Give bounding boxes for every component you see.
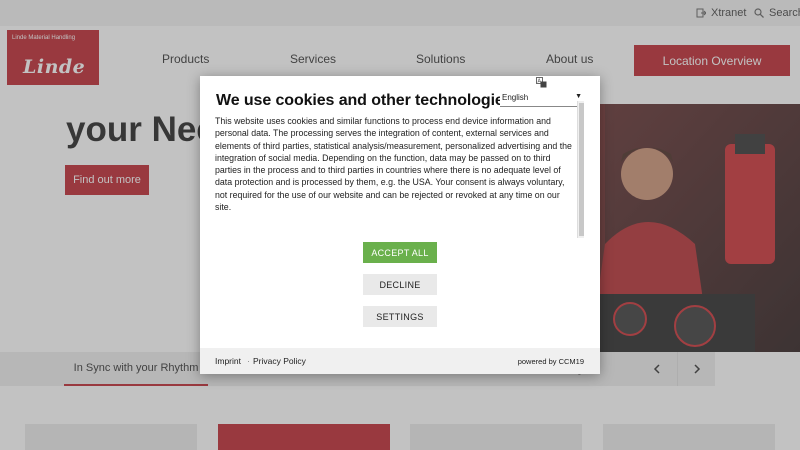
scrollbar-thumb[interactable] <box>579 103 584 236</box>
cookie-description: This website uses cookies and similar fu… <box>215 116 572 213</box>
svg-text:A: A <box>538 79 542 85</box>
privacy-policy-link[interactable]: Privacy Policy <box>253 356 306 366</box>
language-value: English <box>502 93 529 102</box>
cookie-footer: Imprint · Privacy Policy powered by CCM1… <box>200 348 600 374</box>
cookie-consent-dialog: A We use cookies and other technologies.… <box>200 76 600 374</box>
settings-button[interactable]: SETTINGS <box>363 306 437 327</box>
translate-icon: A <box>536 77 547 88</box>
language-select[interactable]: English ▼ <box>500 91 584 107</box>
decline-button[interactable]: DECLINE <box>363 274 437 295</box>
footer-separator: · <box>247 356 250 366</box>
imprint-link[interactable]: Imprint <box>215 356 241 366</box>
powered-by-label[interactable]: powered by CCM19 <box>518 357 584 366</box>
accept-all-button[interactable]: ACCEPT ALL <box>363 242 437 263</box>
cookie-title: We use cookies and other technologies. <box>216 92 517 109</box>
chevron-down-icon: ▼ <box>575 93 582 100</box>
text-scrollbar[interactable] <box>577 101 584 238</box>
